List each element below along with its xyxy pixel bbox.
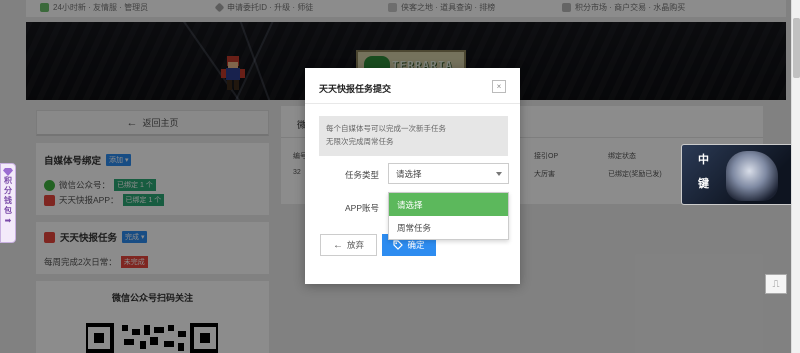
task-type-select[interactable]: 请选择	[388, 163, 509, 184]
dropdown-option[interactable]: 周常任务	[389, 216, 508, 239]
tag-icon	[393, 240, 404, 250]
points-wallet-widget[interactable]: 积 分 钱 包 ➡	[0, 163, 16, 243]
arrow-right-icon: ➡	[4, 216, 12, 225]
anime-face-image	[726, 151, 778, 201]
task-type-dropdown: 请选择 周常任务	[388, 192, 509, 240]
cancel-label: 放弃	[346, 240, 364, 250]
notice-line: 无限次完成周常任务	[326, 137, 394, 146]
anime-float-widget[interactable]: 中 键	[681, 144, 797, 205]
task-type-label: 任务类型	[344, 170, 379, 180]
widget-char: 分	[4, 186, 12, 195]
widget-char: 中	[698, 154, 709, 166]
back-to-top-button[interactable]: ⎍	[765, 274, 787, 294]
task-type-value: 请选择	[396, 169, 422, 179]
modal-notice: 每个自媒体号可以完成一次新手任务 无限次完成周常任务	[319, 116, 508, 156]
widget-char: 键	[698, 178, 709, 190]
confirm-label: 确定	[407, 240, 425, 250]
notice-line: 每个自媒体号可以完成一次新手任务	[326, 124, 446, 133]
task-submit-modal: 天天快报任务提交 × 每个自媒体号可以完成一次新手任务 无限次完成周常任务 任务…	[305, 68, 520, 284]
widget-char: 积	[4, 176, 12, 185]
widget-char: 包	[4, 206, 12, 215]
gem-icon	[3, 168, 13, 176]
app-account-label: APP账号	[344, 203, 379, 213]
arrow-left-icon: ←	[332, 239, 343, 251]
cancel-button[interactable]: ← 放弃	[320, 234, 377, 256]
chevron-down-icon	[496, 172, 502, 176]
page-scrollbar[interactable]	[791, 0, 800, 353]
scrollbar-thumb[interactable]	[793, 18, 800, 78]
dropdown-option[interactable]: 请选择	[389, 193, 508, 216]
close-icon: ×	[496, 82, 502, 91]
back-to-top-icon: ⎍	[772, 278, 780, 290]
close-button[interactable]: ×	[492, 80, 506, 93]
widget-char: 钱	[4, 196, 12, 205]
modal-title: 天天快报任务提交	[319, 84, 392, 94]
modal-header: 天天快报任务提交 ×	[305, 68, 520, 104]
